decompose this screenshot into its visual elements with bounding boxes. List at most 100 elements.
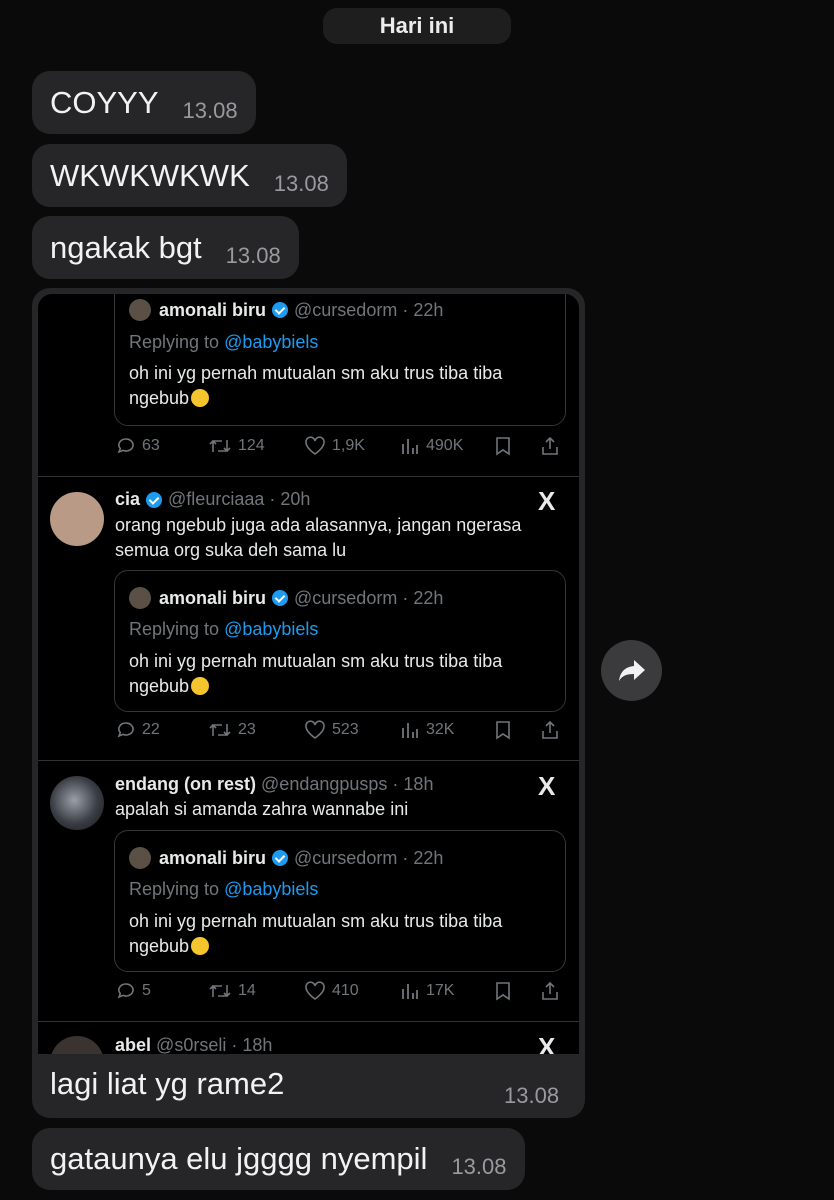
share-icon [542, 720, 558, 739]
message-time: 13.08 [225, 242, 281, 268]
views-icon [402, 723, 418, 738]
bookmark-button[interactable] [494, 436, 518, 456]
avatar [129, 847, 151, 869]
message-bubble[interactable]: WKWKWKWK 13.08 [32, 144, 347, 207]
like-count: 1,9K [332, 437, 365, 454]
avatar [129, 587, 151, 609]
like-button[interactable]: 1,9K [304, 436, 365, 456]
replying-to-handle[interactable]: @babybiels [224, 879, 318, 899]
loudly-crying-emoji-icon [191, 937, 210, 955]
forward-button[interactable] [601, 640, 662, 701]
message-time: 13.08 [451, 1154, 507, 1179]
retweet-icon [209, 439, 231, 453]
bookmark-button[interactable] [494, 981, 518, 1001]
avatar [129, 299, 151, 321]
quoted-tweet-card[interactable]: amonali biru @cursedorm · 22h Replying t… [114, 830, 566, 972]
views-button[interactable]: 32K [400, 720, 454, 740]
quoted-tweet-time: · 22h [402, 299, 444, 320]
bookmark-button[interactable] [494, 720, 518, 740]
x-logo-icon: X [538, 1032, 556, 1054]
tweet-text: orang ngebub juga ada alasannya, jangan … [115, 515, 522, 560]
quoted-tweet-text: oh ini yg pernah mutualan sm aku trus ti… [129, 909, 554, 959]
bookmark-icon [496, 721, 510, 740]
reply-button[interactable]: 63 [116, 436, 160, 456]
like-button[interactable]: 523 [304, 720, 359, 740]
like-icon [305, 720, 325, 739]
quoted-author-name: amonali biru [159, 847, 267, 868]
date-separator: Hari ini [323, 8, 511, 44]
tweet-screenshot[interactable]: amonali biru @cursedorm · 22h Replying t… [38, 294, 579, 1054]
forward-icon [618, 659, 645, 681]
message-text: WKWKWKWK [50, 157, 250, 193]
avatar[interactable] [50, 492, 104, 546]
message-text: ngakak bgt [50, 229, 202, 265]
quoted-tweet-time: · 22h [402, 587, 444, 608]
replying-to-line: Replying to @babybiels [129, 332, 318, 353]
verified-badge-icon [272, 302, 289, 318]
views-count: 490K [426, 437, 464, 454]
quoted-tweet-card[interactable]: amonali biru @cursedorm · 22h Replying t… [114, 570, 566, 712]
tweet-header: abel @s0rseli · 18h [115, 1035, 272, 1054]
author-name[interactable]: endang (on rest) [115, 774, 256, 795]
message-text: COYYY [50, 84, 159, 120]
author-handle: @s0rseli [156, 1035, 227, 1054]
like-icon [305, 981, 325, 1000]
like-icon [305, 436, 325, 455]
retweet-count: 124 [238, 437, 265, 454]
replying-to-handle[interactable]: @babybiels [224, 332, 318, 352]
media-caption: lagi liat yg rame2 [50, 1066, 285, 1101]
reply-button[interactable]: 22 [116, 720, 160, 740]
retweet-button[interactable]: 14 [208, 981, 256, 1001]
like-count: 410 [332, 982, 359, 999]
author-name[interactable]: cia [115, 489, 140, 510]
replying-to-label: Replying to [129, 332, 220, 352]
quoted-author-name: amonali biru [159, 587, 267, 608]
author-handle: @fleurciaaa [168, 489, 265, 509]
verified-badge-icon [272, 590, 289, 606]
quoted-author-name: amonali biru [159, 299, 267, 320]
views-button[interactable]: 490K [400, 436, 463, 456]
like-button[interactable]: 410 [304, 981, 359, 1001]
message-bubble[interactable]: ngakak bgt 13.08 [32, 216, 299, 279]
message-bubble[interactable]: gataunya elu jgggg nyempil 13.08 [32, 1128, 525, 1190]
share-button[interactable] [540, 720, 566, 740]
share-button[interactable] [540, 436, 566, 456]
author-name[interactable]: abel [115, 1035, 151, 1054]
reply-icon [117, 983, 134, 999]
views-icon [402, 984, 418, 999]
message-time: 13.08 [182, 97, 238, 123]
author-handle: @endangpusps [261, 774, 388, 794]
retweet-count: 14 [238, 982, 256, 999]
retweet-icon [209, 984, 231, 998]
message-bubble[interactable]: COYYY 13.08 [32, 71, 256, 134]
tweet-actions: 22 23 523 32K [116, 720, 566, 748]
retweet-button[interactable]: 23 [208, 720, 256, 740]
retweet-button[interactable]: 124 [208, 436, 265, 456]
avatar[interactable] [50, 776, 104, 830]
views-icon [402, 439, 418, 454]
like-count: 523 [332, 721, 359, 738]
tweet-time: · 18h [392, 774, 434, 794]
quoted-tweet-time: · 22h [402, 847, 444, 868]
bookmark-icon [496, 437, 510, 456]
message-text: gataunya elu jgggg nyempil [50, 1141, 428, 1176]
tweet-actions: 5 14 410 17K [116, 981, 566, 1009]
quoted-tweet-text: oh ini yg pernah mutualan sm aku trus ti… [129, 649, 554, 699]
replying-to-label: Replying to [129, 619, 220, 639]
views-button[interactable]: 17K [400, 981, 454, 1001]
tweet-actions: 63 124 1,9K 490K [116, 436, 566, 464]
quoted-author-handle: @cursedorm [294, 299, 398, 320]
message-time: 13.08 [504, 1083, 560, 1108]
reply-icon [117, 722, 134, 738]
quoted-tweet-text-content: oh ini yg pernah mutualan sm aku trus ti… [129, 911, 503, 956]
reply-button[interactable]: 5 [116, 981, 151, 1001]
avatar[interactable] [50, 1036, 104, 1054]
replying-to-handle[interactable]: @babybiels [224, 619, 318, 639]
reply-icon [117, 438, 134, 454]
divider [38, 760, 579, 761]
verified-badge-icon [272, 850, 289, 866]
quoted-author-handle: @cursedorm [294, 587, 398, 608]
replying-to-line: Replying to @babybiels [129, 879, 318, 900]
share-button[interactable] [540, 981, 566, 1001]
share-icon [542, 981, 558, 1000]
